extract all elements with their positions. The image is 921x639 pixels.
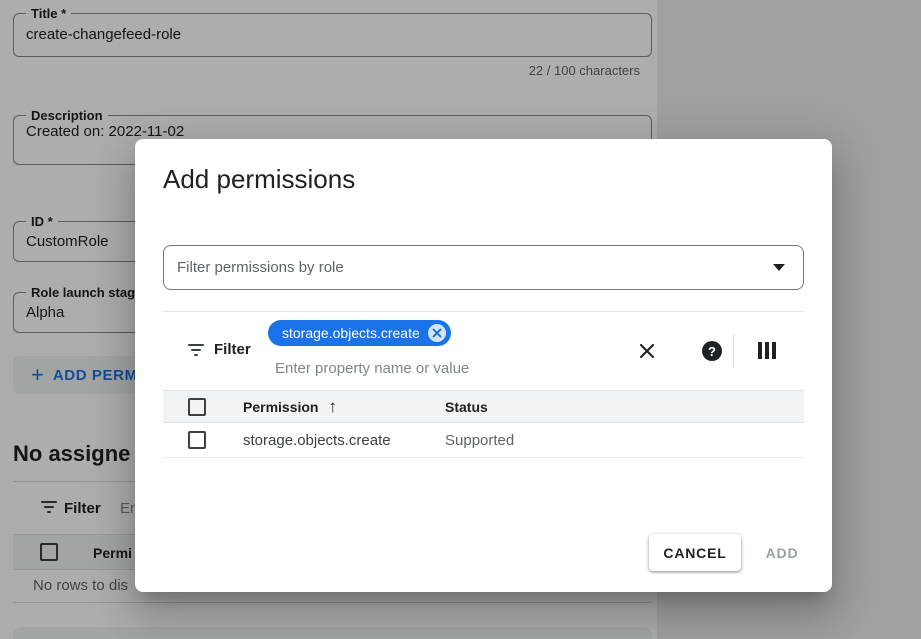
filter-permissions-by-role-select[interactable]: Filter permissions by role bbox=[163, 245, 804, 290]
sort-ascending-icon: ↑ bbox=[328, 398, 337, 415]
permissions-table-header: Permission ↑ Status bbox=[163, 390, 804, 423]
dialog-filter-label: Filter bbox=[214, 341, 251, 358]
row-checkbox[interactable] bbox=[188, 431, 206, 449]
filter-chip-label: storage.objects.create bbox=[282, 325, 420, 341]
dialog-filter-button[interactable]: Filter bbox=[187, 341, 251, 358]
cancel-button[interactable]: CANCEL bbox=[649, 534, 741, 571]
column-display-icon[interactable] bbox=[758, 342, 776, 359]
add-button[interactable]: ADD bbox=[747, 534, 817, 571]
help-icon[interactable]: ? bbox=[702, 341, 722, 361]
select-all-checkbox[interactable] bbox=[188, 398, 206, 416]
filter-icon bbox=[187, 344, 205, 356]
permission-column-header[interactable]: Permission ↑ bbox=[243, 398, 445, 415]
dialog-filter-input[interactable]: Enter property name or value bbox=[275, 360, 469, 377]
dialog-title: Add permissions bbox=[163, 162, 355, 196]
chevron-down-icon bbox=[773, 264, 785, 271]
permissions-table: Permission ↑ Status storage.objects.crea… bbox=[163, 390, 804, 458]
status-cell: Supported bbox=[445, 432, 804, 449]
chip-remove-icon[interactable] bbox=[428, 324, 446, 342]
permission-cell: storage.objects.create bbox=[243, 432, 391, 449]
status-column-header: Status bbox=[445, 399, 804, 415]
table-row: storage.objects.create Supported bbox=[163, 423, 804, 458]
toolbar-divider bbox=[733, 334, 734, 368]
clear-filters-icon[interactable] bbox=[637, 341, 657, 361]
dialog-filter-toolbar: Filter storage.objects.create Enter prop… bbox=[163, 311, 804, 389]
role-select-value: Filter permissions by role bbox=[177, 259, 344, 276]
add-permissions-dialog: Add permissions Filter permissions by ro… bbox=[135, 139, 832, 592]
filter-chip[interactable]: storage.objects.create bbox=[268, 320, 451, 346]
